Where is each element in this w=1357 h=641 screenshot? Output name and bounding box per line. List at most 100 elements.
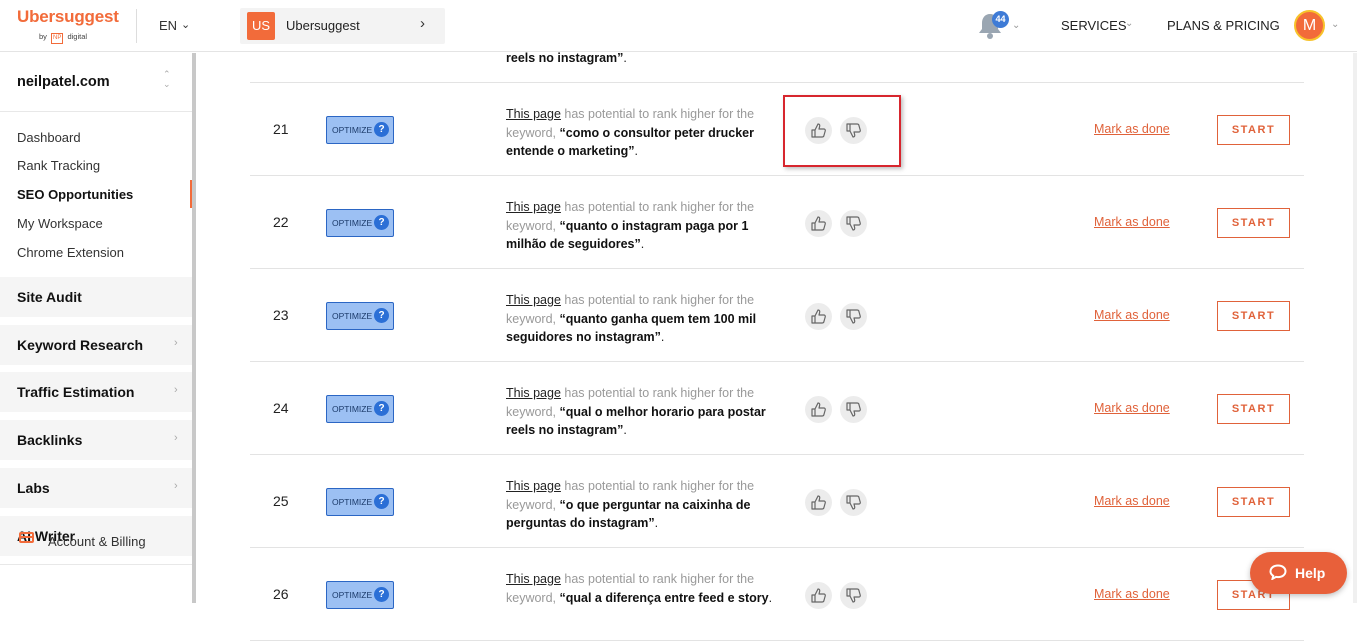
domain-selector[interactable]: neilpatel.com: [17, 74, 110, 90]
sidebar-section-labs[interactable]: Labs ›: [0, 468, 192, 508]
divider: [0, 111, 192, 112]
page-link[interactable]: This page: [506, 479, 561, 493]
thumbs-down-icon[interactable]: [840, 396, 867, 423]
start-button[interactable]: START: [1217, 394, 1290, 424]
opportunity-description: This page has potential to rank higher f…: [506, 572, 773, 605]
question-icon[interactable]: ?: [374, 494, 389, 509]
sidebar: neilpatel.com ⌃ ⌄ Dashboard Rank Tracking…: [0, 53, 196, 603]
page-link[interactable]: This page: [506, 572, 561, 586]
table-row: reels no instagram”.: [250, 51, 1304, 83]
row-number: 22: [273, 214, 289, 230]
logo-byline: by NP digital: [39, 32, 87, 44]
sidebar-item-my-workspace[interactable]: My Workspace: [17, 216, 103, 231]
sidebar-scrollbar[interactable]: [192, 53, 196, 603]
thumbs-down-icon[interactable]: [840, 210, 867, 237]
table-row: 25 OPTIMIZE? This page has potential to ra…: [250, 455, 1304, 548]
page-link[interactable]: This page: [506, 293, 561, 307]
start-button[interactable]: START: [1217, 208, 1290, 238]
sidebar-item-account-billing[interactable]: Account & Billing: [48, 534, 146, 549]
thumbs-down-icon[interactable]: [840, 303, 867, 330]
question-icon[interactable]: ?: [374, 215, 389, 230]
start-button[interactable]: START: [1217, 487, 1290, 517]
divider: [0, 564, 192, 565]
help-button[interactable]: Help: [1250, 552, 1347, 594]
opportunity-description: This page has potential to rank higher f…: [506, 200, 755, 251]
thumbs-up-icon[interactable]: [805, 489, 832, 516]
chevron-right-icon: ›: [174, 480, 178, 492]
mark-as-done-link[interactable]: Mark as done: [1094, 494, 1170, 508]
optimize-button[interactable]: OPTIMIZE?: [326, 302, 394, 330]
thumbs-down-icon[interactable]: [840, 582, 867, 609]
chevron-down-icon[interactable]: ⌄: [1331, 19, 1339, 30]
mark-as-done-link[interactable]: Mark as done: [1094, 401, 1170, 415]
sidebar-section-keyword-research[interactable]: Keyword Research ›: [0, 325, 192, 365]
up-down-chevron-icon[interactable]: ⌃ ⌄: [163, 69, 171, 89]
opportunity-description: This page has potential to rank higher f…: [506, 293, 757, 344]
page-link[interactable]: This page: [506, 107, 561, 121]
thumbs-up-icon[interactable]: [805, 582, 832, 609]
keyword-text: “qual a diferença entre feed e story: [559, 590, 769, 605]
opportunity-description: This page has potential to rank higher f…: [506, 386, 766, 437]
sidebar-section-backlinks[interactable]: Backlinks ›: [0, 420, 192, 460]
seo-opportunities-table: reels no instagram”. 21 OPTIMIZE? This pag…: [250, 51, 1304, 641]
thumbs-up-icon[interactable]: [805, 303, 832, 330]
table-row: 23 OPTIMIZE? This page has potential to ra…: [250, 269, 1304, 362]
chevron-right-icon: ›: [174, 384, 178, 396]
opportunity-description: This page has potential to rank higher f…: [506, 107, 755, 158]
plans-pricing-link[interactable]: PLANS & PRICING: [1167, 18, 1280, 33]
chevron-right-icon: ›: [174, 432, 178, 444]
credit-card-icon: [19, 532, 34, 543]
table-row: 24 OPTIMIZE? This page has potential to ra…: [250, 362, 1304, 455]
sidebar-item-seo-opportunities[interactable]: SEO Opportunities: [17, 187, 133, 202]
chat-bubble-icon: [1269, 564, 1287, 580]
mark-as-done-link[interactable]: Mark as done: [1094, 587, 1170, 601]
question-icon[interactable]: ?: [374, 122, 389, 137]
page-scrollbar[interactable]: [1353, 53, 1357, 603]
row-number: 21: [273, 121, 289, 137]
sidebar-item-dashboard[interactable]: Dashboard: [17, 130, 81, 145]
table-row: 22 OPTIMIZE? This page has potential to ra…: [250, 176, 1304, 269]
highlight-annotation: [783, 95, 901, 167]
sidebar-section-site-audit[interactable]: Site Audit: [0, 277, 192, 317]
top-bar: Ubersuggest by NP digital EN ⌄ US Ubersu…: [0, 0, 1357, 52]
project-selector[interactable]: US Ubersuggest ›: [240, 8, 445, 44]
row-number: 26: [273, 586, 289, 602]
logo-text: Ubersuggest: [17, 7, 119, 26]
question-icon[interactable]: ?: [374, 401, 389, 416]
start-button[interactable]: START: [1217, 115, 1290, 145]
page-link[interactable]: This page: [506, 200, 561, 214]
sidebar-section-traffic-estimation[interactable]: Traffic Estimation ›: [0, 372, 192, 412]
optimize-button[interactable]: OPTIMIZE?: [326, 116, 394, 144]
services-menu[interactable]: SERVICES: [1061, 18, 1127, 33]
thumbs-up-icon[interactable]: [805, 210, 832, 237]
mark-as-done-link[interactable]: Mark as done: [1094, 122, 1170, 136]
optimize-button[interactable]: OPTIMIZE?: [326, 395, 394, 423]
chevron-down-icon[interactable]: ⌄: [181, 18, 190, 31]
mark-as-done-link[interactable]: Mark as done: [1094, 308, 1170, 322]
page-link[interactable]: This page: [506, 386, 561, 400]
chevron-down-icon[interactable]: ⌄: [1012, 20, 1020, 31]
start-button[interactable]: START: [1217, 301, 1290, 331]
optimize-button[interactable]: OPTIMIZE?: [326, 581, 394, 609]
help-label: Help: [1295, 565, 1326, 581]
row-number: 25: [273, 493, 289, 509]
question-icon[interactable]: ?: [374, 587, 389, 602]
divider: [136, 9, 137, 43]
language-selector[interactable]: EN: [159, 18, 177, 33]
chevron-down-icon[interactable]: ⌄: [1125, 18, 1133, 29]
mark-as-done-link[interactable]: Mark as done: [1094, 215, 1170, 229]
notification-count-badge: 44: [992, 11, 1009, 28]
project-badge: US: [247, 12, 275, 40]
optimize-button[interactable]: OPTIMIZE?: [326, 209, 394, 237]
avatar[interactable]: M: [1294, 10, 1325, 41]
question-icon[interactable]: ?: [374, 308, 389, 323]
table-row: 26 OPTIMIZE? This page has potential to ra…: [250, 548, 1304, 641]
optimize-button[interactable]: OPTIMIZE?: [326, 488, 394, 516]
sidebar-item-rank-tracking[interactable]: Rank Tracking: [17, 158, 100, 173]
sidebar-item-chrome-extension[interactable]: Chrome Extension: [17, 245, 124, 260]
row-number: 24: [273, 400, 289, 416]
thumbs-up-icon[interactable]: [805, 396, 832, 423]
thumbs-down-icon[interactable]: [840, 489, 867, 516]
opportunity-description: This page has potential to rank higher f…: [506, 479, 755, 530]
logo[interactable]: Ubersuggest by NP digital: [17, 7, 119, 44]
